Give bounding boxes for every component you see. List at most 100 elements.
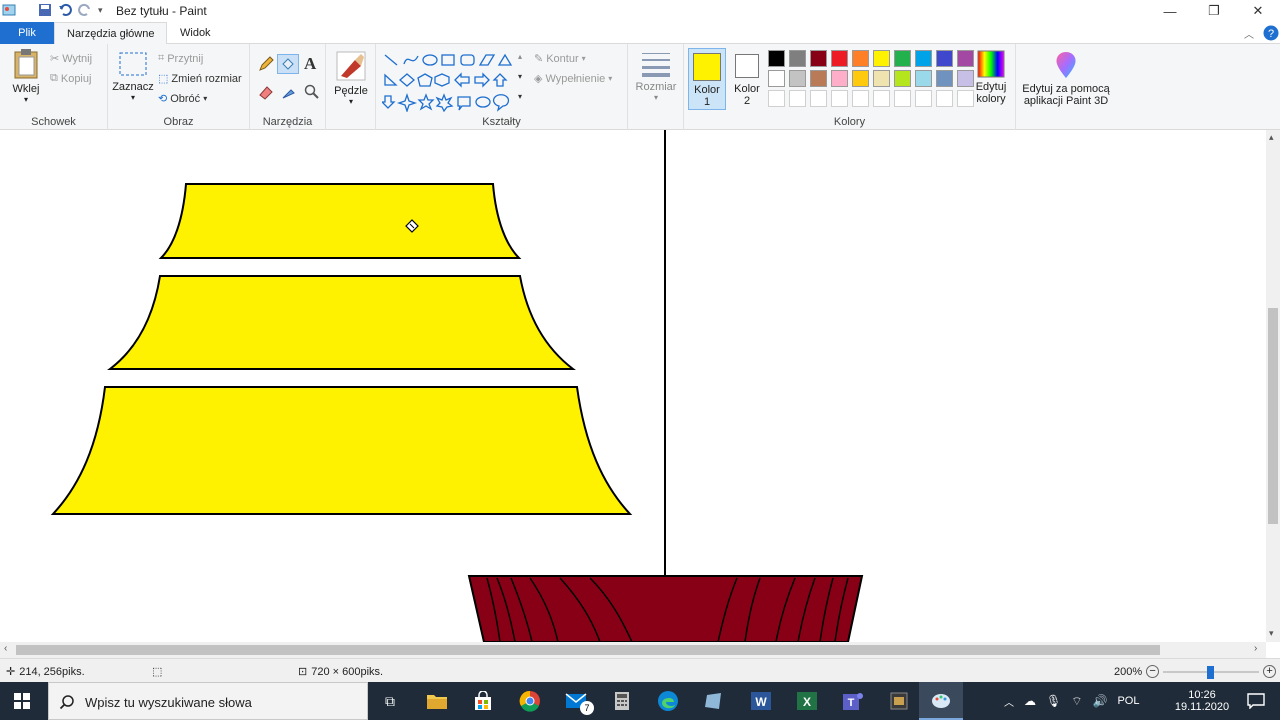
palette-swatch[interactable] (936, 90, 953, 107)
palette-swatch[interactable] (915, 70, 932, 87)
horizontal-scroll-thumb[interactable] (16, 645, 1160, 655)
file-explorer-button[interactable] (415, 682, 459, 720)
palette-swatch[interactable] (873, 70, 890, 87)
search-icon (59, 695, 74, 710)
undo-icon[interactable] (58, 3, 72, 17)
shapes-expand-icon[interactable]: ▾ (518, 92, 522, 101)
palette-swatch[interactable] (831, 70, 848, 87)
palette-swatch[interactable] (852, 50, 869, 67)
text-tool-icon[interactable]: A (304, 54, 316, 74)
palette-swatch[interactable] (789, 70, 806, 87)
canvas-area[interactable] (0, 130, 1266, 642)
color-picker-icon[interactable] (281, 84, 297, 100)
chrome-button[interactable] (508, 682, 552, 720)
palette-swatch[interactable] (936, 50, 953, 67)
excel-button[interactable]: X (785, 682, 829, 720)
paste-button[interactable]: Wklej ▾ (6, 48, 46, 104)
notifications-button[interactable] (1234, 682, 1278, 720)
image-size-icon: ⊡ (298, 666, 308, 678)
edit-with-paint3d-button[interactable]: Edytuj za pomocą aplikacji Paint 3D (1020, 50, 1112, 107)
sticky-app-button[interactable] (692, 682, 736, 720)
pinned-app-button[interactable] (877, 682, 921, 720)
redo-icon[interactable] (78, 3, 92, 17)
edge-button[interactable] (646, 682, 690, 720)
palette-swatch[interactable] (810, 70, 827, 87)
palette-swatch[interactable] (873, 50, 890, 67)
save-icon[interactable] (38, 3, 52, 17)
eraser-icon[interactable] (258, 84, 274, 100)
onedrive-icon[interactable]: ☁ (1024, 694, 1036, 708)
taskbar-search-box[interactable]: Wpisz tu wyszukiwane słowa (48, 682, 368, 720)
palette-swatch[interactable] (768, 50, 785, 67)
mail-button[interactable]: 7 (554, 682, 598, 720)
select-button[interactable]: Zaznacz ▾ (112, 50, 154, 102)
restore-button[interactable]: ❐ (1192, 0, 1236, 22)
teams-button[interactable]: T (831, 682, 875, 720)
shapes-scroll-down-icon[interactable]: ▾ (518, 72, 522, 81)
shapes-gallery[interactable] (382, 50, 524, 112)
edit-colors-button[interactable]: Edytuj kolory (972, 50, 1010, 105)
magnifier-icon[interactable] (304, 84, 320, 100)
copy-button[interactable]: ⧉ Kopiuj (50, 72, 91, 85)
palette-swatch[interactable] (936, 70, 953, 87)
palette-swatch[interactable] (852, 90, 869, 107)
scroll-left-arrow-icon[interactable]: ‹ (4, 643, 7, 654)
fill-button[interactable]: ◈ Wypełnienie ▾ (534, 72, 612, 86)
palette-swatch[interactable] (831, 90, 848, 107)
tray-overflow-chevron-icon[interactable]: ︿ (1004, 694, 1014, 709)
palette-swatch[interactable] (789, 50, 806, 67)
volume-icon[interactable]: 🔊 (1093, 694, 1108, 708)
help-icon[interactable]: ? (1263, 25, 1279, 41)
color2-button[interactable]: Kolor 2 (730, 48, 764, 110)
palette-swatch[interactable] (810, 90, 827, 107)
pencil-icon[interactable] (258, 56, 274, 72)
palette-swatch[interactable] (915, 90, 932, 107)
cut-button[interactable]: ✂ Wytnij (50, 52, 92, 66)
scroll-right-arrow-icon[interactable]: › (1254, 643, 1257, 654)
tab-file[interactable]: Plik (0, 22, 54, 44)
palette-swatch[interactable] (768, 90, 785, 107)
tab-home[interactable]: Narzędzia główne (54, 22, 168, 44)
calculator-button[interactable] (600, 682, 644, 720)
palette-swatch[interactable] (810, 50, 827, 67)
palette-swatch[interactable] (873, 90, 890, 107)
palette-swatch[interactable] (894, 50, 911, 67)
zoom-in-icon[interactable]: + (1263, 665, 1277, 678)
size-button[interactable]: Rozmiar ▾ (634, 50, 678, 102)
word-button[interactable]: W (739, 682, 783, 720)
store-button[interactable] (461, 682, 505, 720)
zoom-slider-thumb[interactable] (1207, 665, 1215, 679)
palette-swatch[interactable] (894, 70, 911, 87)
palette-swatch[interactable] (894, 90, 911, 107)
scroll-up-arrow-icon[interactable]: ▴ (1269, 132, 1274, 143)
color1-button[interactable]: Kolor 1 (688, 48, 726, 110)
microphone-icon[interactable]: 🎙 (1046, 694, 1061, 708)
paint-taskbar-button[interactable] (919, 682, 963, 720)
tab-view[interactable]: Widok (168, 22, 223, 44)
customize-qat-chevron-icon[interactable]: ▾ (98, 5, 103, 16)
palette-swatch[interactable] (789, 90, 806, 107)
crop-button[interactable]: ⌗ Przytnij (158, 52, 203, 65)
collapse-ribbon-chevron-icon[interactable]: ︿ (1244, 26, 1254, 41)
zoom-out-icon[interactable]: − (1146, 665, 1160, 678)
network-icon[interactable]: ⌔ (1071, 694, 1082, 709)
zoom-slider[interactable] (1163, 665, 1260, 679)
palette-swatch[interactable] (831, 50, 848, 67)
outline-button[interactable]: ✎ Kontur ▾ (534, 52, 586, 66)
scroll-down-arrow-icon[interactable]: ▾ (1269, 628, 1274, 639)
palette-swatch[interactable] (852, 70, 869, 87)
clock[interactable]: 10:26 19.11.2020 (1172, 682, 1232, 720)
palette-swatch[interactable] (915, 50, 932, 67)
close-button[interactable]: ✕ (1236, 0, 1280, 22)
resize-button[interactable]: ⬚ Zmień rozmiar (158, 72, 242, 86)
minimize-button[interactable]: — (1148, 0, 1192, 22)
start-button[interactable] (0, 682, 44, 720)
brushes-button[interactable]: Pędzle ▾ (330, 50, 372, 106)
drawing-canvas[interactable] (0, 130, 1266, 642)
shapes-scroll-up-icon[interactable]: ▴ (518, 52, 522, 61)
vertical-scroll-thumb[interactable] (1268, 308, 1278, 524)
rotate-button[interactable]: ⟲ Obróć ▾ (158, 92, 207, 106)
language-indicator[interactable]: POL (1117, 695, 1139, 707)
task-view-button[interactable]: ⧉ (368, 682, 412, 720)
palette-swatch[interactable] (768, 70, 785, 87)
